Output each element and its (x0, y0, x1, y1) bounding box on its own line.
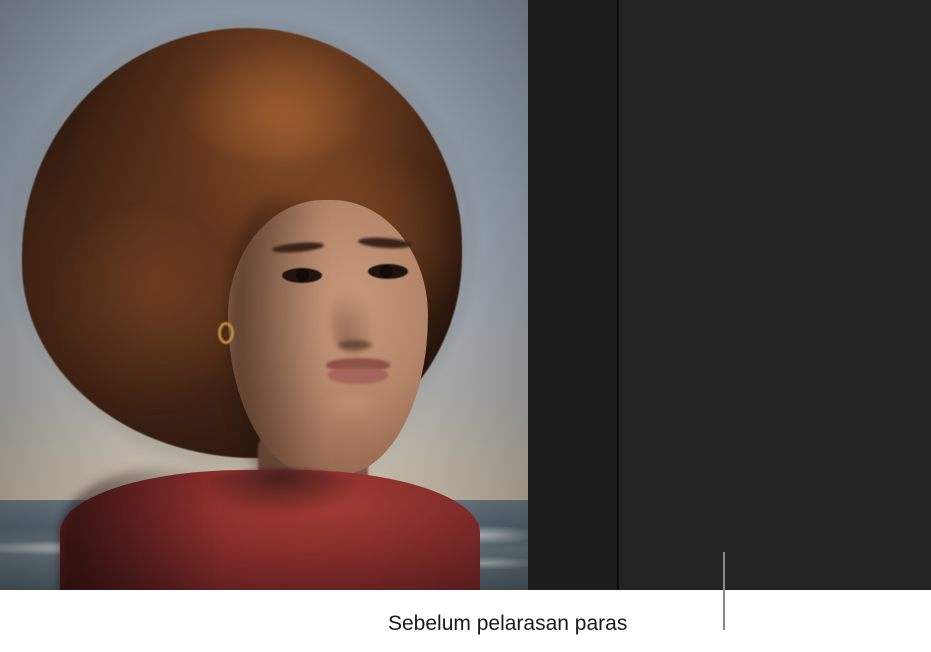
portrait-photo (0, 0, 528, 590)
viewer-background (528, 0, 618, 590)
adjust-sidebar: ADJUST Portrait (619, 0, 931, 590)
callout-caption: Sebelum pelarasan paras (388, 612, 628, 635)
levels-panel: RGB (619, 0, 931, 590)
photo-viewer[interactable] (0, 0, 528, 590)
callout-leader-line (723, 552, 725, 630)
screenshot-root: ADJUST Portrait (0, 0, 931, 652)
photo-vignette (0, 0, 528, 590)
photos-app-window: ADJUST Portrait (0, 0, 931, 590)
